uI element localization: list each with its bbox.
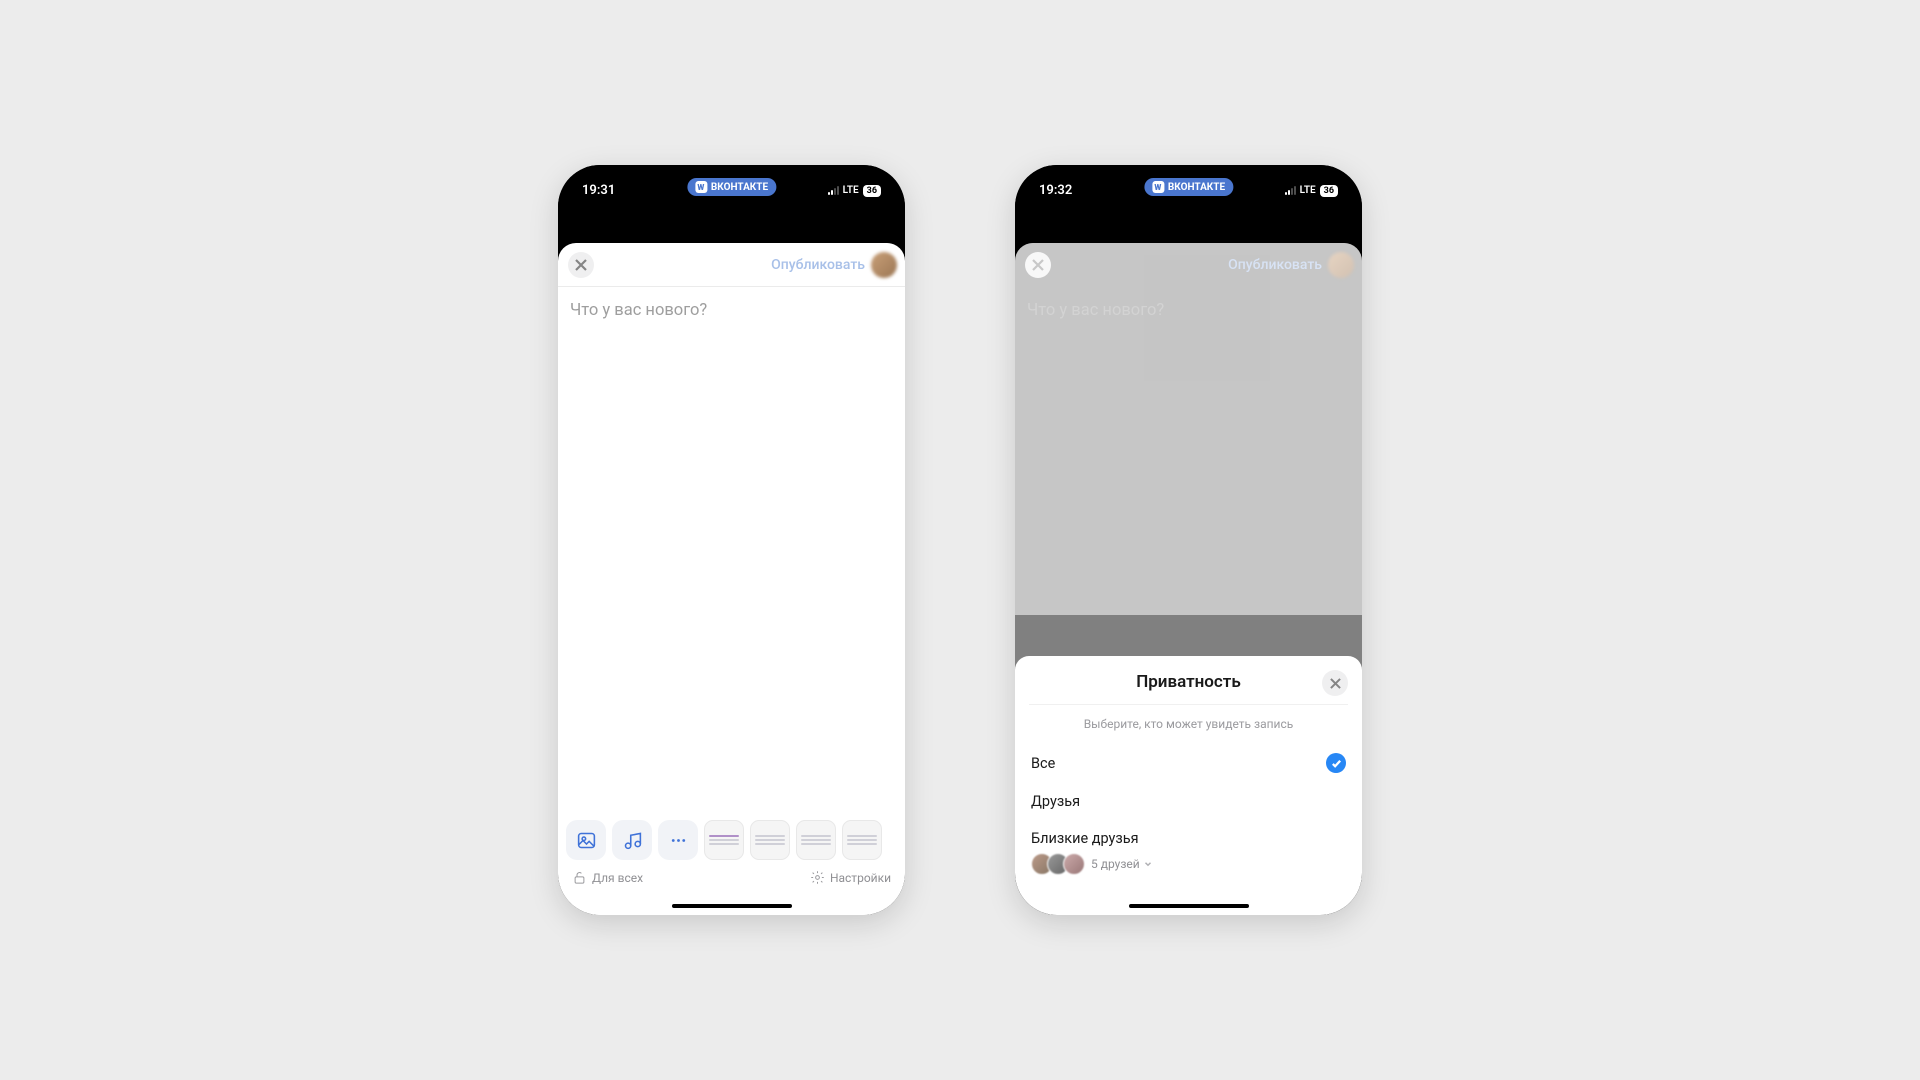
app-pill: ВКОНТАКТЕ [687, 178, 776, 196]
notch: 19:31 ВКОНТАКТЕ LTE 36 [558, 165, 905, 243]
close-icon [575, 259, 587, 271]
status-bar: 19:32 ВКОНТАКТЕ LTE 36 [1015, 183, 1362, 198]
publish-button[interactable]: Опубликовать [771, 257, 865, 273]
battery-badge: 36 [1320, 185, 1338, 197]
notch: 19:32 ВКОНТАКТЕ LTE 36 [1015, 165, 1362, 243]
phone-right: 19:32 ВКОНТАКТЕ LTE 36 Опубликовать Что … [1015, 165, 1362, 915]
close-friends-row[interactable]: 5 друзей [1029, 851, 1348, 885]
settings-label: Настройки [830, 871, 891, 885]
phone-left: 19:31 ВКОНТАКТЕ LTE 36 Опубликовать Что … [558, 165, 905, 915]
privacy-option-all[interactable]: Все [1029, 743, 1348, 783]
recent-thumb-2[interactable] [750, 820, 790, 860]
chevron-down-icon [1143, 859, 1153, 869]
status-right: LTE 36 [828, 185, 881, 197]
status-time: 19:31 [582, 183, 637, 198]
option-label: Друзья [1031, 793, 1080, 810]
avatar[interactable] [1328, 252, 1354, 278]
screen: Опубликовать Что у вас нового? Приватнос… [1015, 243, 1362, 915]
close-icon [1032, 259, 1044, 271]
compose-body[interactable]: Что у вас нового? [1015, 287, 1362, 615]
network-label: LTE [843, 185, 859, 196]
tool-row [566, 820, 897, 860]
recent-thumb-1[interactable] [704, 820, 744, 860]
check-icon [1326, 753, 1346, 773]
home-indicator[interactable] [1129, 904, 1249, 908]
home-indicator[interactable] [672, 904, 792, 908]
signal-icon [828, 186, 839, 195]
network-label: LTE [1300, 185, 1316, 196]
photo-button[interactable] [566, 820, 606, 860]
privacy-sheet: Приватность Выберите, кто может увидеть … [1015, 656, 1362, 915]
close-button[interactable] [1025, 252, 1051, 278]
recent-thumb-4[interactable] [842, 820, 882, 860]
compose-body[interactable]: Что у вас нового? [558, 287, 905, 811]
recent-thumb-3[interactable] [796, 820, 836, 860]
compose-placeholder: Что у вас нового? [570, 301, 893, 320]
gear-icon [810, 870, 825, 885]
music-icon [622, 830, 643, 851]
unlock-icon [572, 870, 587, 885]
friends-avatars [1031, 853, 1085, 875]
visibility-button[interactable]: Для всех [572, 870, 643, 885]
settings-button[interactable]: Настройки [810, 870, 891, 885]
friends-count: 5 друзей [1091, 857, 1153, 871]
compose-placeholder: Что у вас нового? [1027, 301, 1350, 320]
avatar[interactable] [871, 252, 897, 278]
status-right: LTE 36 [1285, 185, 1338, 197]
close-icon [1330, 678, 1341, 689]
visibility-label: Для всех [592, 871, 643, 885]
status-time: 19:32 [1039, 183, 1094, 198]
option-label: Близкие друзья [1031, 830, 1139, 847]
publish-button[interactable]: Опубликовать [1228, 257, 1322, 273]
bottom-row: Для всех Настройки [566, 860, 897, 885]
signal-icon [1285, 186, 1296, 195]
header-right: Опубликовать [1228, 252, 1354, 278]
compose-header: Опубликовать [558, 243, 905, 287]
music-button[interactable] [612, 820, 652, 860]
sheet-title: Приватность [1136, 672, 1241, 692]
screen: Опубликовать Что у вас нового? [558, 243, 905, 915]
app-pill: ВКОНТАКТЕ [1144, 178, 1233, 196]
toolbar: Для всех Настройки [558, 814, 905, 915]
sheet-header: Приватность [1029, 672, 1348, 705]
option-label: Все [1031, 755, 1055, 772]
privacy-option-close-friends[interactable]: Близкие друзья [1029, 820, 1348, 851]
compose-header: Опубликовать [1015, 243, 1362, 287]
sheet-close-button[interactable] [1322, 670, 1348, 696]
header-right: Опубликовать [771, 252, 897, 278]
sheet-subtitle: Выберите, кто может увидеть запись [1029, 705, 1348, 743]
status-bar: 19:31 ВКОНТАКТЕ LTE 36 [558, 183, 905, 198]
privacy-option-friends[interactable]: Друзья [1029, 783, 1348, 820]
close-button[interactable] [568, 252, 594, 278]
battery-badge: 36 [863, 185, 881, 197]
photo-icon [576, 830, 597, 851]
more-icon [668, 830, 689, 851]
more-button[interactable] [658, 820, 698, 860]
